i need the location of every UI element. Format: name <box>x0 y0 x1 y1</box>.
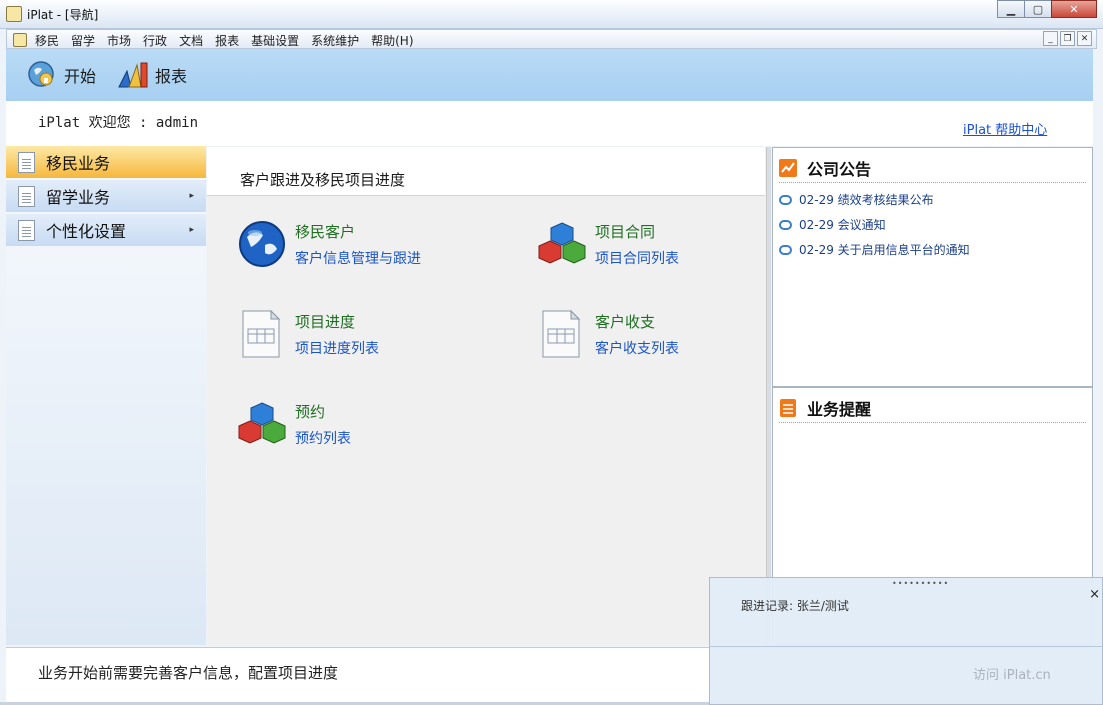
notepad-icon <box>780 399 796 417</box>
document-icon <box>13 33 27 47</box>
tile-link[interactable]: 预约列表 <box>295 428 351 448</box>
tile-title[interactable]: 项目进度 <box>295 311 379 332</box>
cubes-icon <box>238 402 286 444</box>
menu-immigration[interactable]: 移民 <box>33 31 65 49</box>
mdi-controls: _ ❐ ✕ <box>1041 31 1092 46</box>
mdi-restore-button[interactable]: ❐ <box>1060 31 1075 46</box>
window-controls: ▁ ▢ ✕ <box>997 0 1097 18</box>
main-panel: 客户跟进及移民项目进度 移民客户 客户信息管理与跟进 项目合同 项目合同列表 项… <box>207 147 767 645</box>
document-table-icon <box>242 309 281 358</box>
tile-link[interactable]: 项目合同列表 <box>595 248 679 268</box>
start-label: 开始 <box>64 67 97 86</box>
announcement-text: 02-29 会议通知 <box>799 218 886 232</box>
sidebar-item-label: 移民业务 <box>46 154 111 173</box>
menu-bar: 移民 留学 市场 行政 文档 报表 基础设置 系统维护 帮助(H) _ ❐ ✕ <box>6 29 1097 49</box>
tile-project-contracts: 项目合同 项目合同列表 <box>537 219 679 269</box>
tile-link[interactable]: 项目进度列表 <box>295 338 379 358</box>
speech-bubble-icon <box>779 219 792 230</box>
announcement-item[interactable]: 02-29 关于启用信息平台的通知 <box>779 241 970 258</box>
announcement-item[interactable]: 02-29 会议通知 <box>779 216 886 233</box>
close-icon: ✕ <box>1069 2 1079 16</box>
document-icon <box>18 151 35 173</box>
menu-system-maintenance[interactable]: 系统维护 <box>309 31 365 49</box>
popup-link[interactable]: 访问 iPlat.cn <box>973 664 1051 683</box>
start-button[interactable]: 开始 <box>26 59 96 91</box>
sidebar-item-personal-settings[interactable]: 个性化设置 ▸ <box>6 214 206 246</box>
report-label: 报表 <box>155 67 188 86</box>
drag-grip-icon[interactable]: •••••••••• <box>892 579 949 588</box>
announcement-item[interactable]: 02-29 绩效考核结果公布 <box>779 191 934 208</box>
close-button[interactable]: ✕ <box>1051 0 1097 18</box>
tile-title[interactable]: 移民客户 <box>295 221 421 242</box>
tile-title[interactable]: 预约 <box>295 401 351 422</box>
app-icon <box>6 6 22 22</box>
footer-hint: 业务开始前需要完善客户信息，配置项目进度 <box>38 664 339 682</box>
menu-help[interactable]: 帮助(H) <box>369 31 419 49</box>
menu-basic-settings[interactable]: 基础设置 <box>249 31 305 49</box>
minimize-icon: ▁ <box>1006 2 1016 16</box>
sidebar-item-immigration[interactable]: 移民业务 <box>6 146 206 178</box>
cubes-icon <box>538 222 586 264</box>
minimize-button[interactable]: ▁ <box>997 0 1025 18</box>
notification-popup: •••••••••• 跟进记录: 张兰/测试 × 访问 iPlat.cn <box>709 577 1103 705</box>
document-table-icon <box>542 309 581 358</box>
menu-documents[interactable]: 文档 <box>177 31 209 49</box>
document-icon <box>18 219 35 241</box>
speech-bubble-icon <box>779 194 792 205</box>
panel-splitter[interactable] <box>767 147 771 645</box>
menu-items: 移民 留学 市场 行政 文档 报表 基础设置 系统维护 帮助(H) <box>33 31 424 49</box>
announcement-text: 02-29 关于启用信息平台的通知 <box>799 243 970 257</box>
maximize-icon: ▢ <box>1032 2 1044 16</box>
menu-admin[interactable]: 行政 <box>141 31 173 49</box>
window-title: iPlat - [导航] <box>27 8 99 22</box>
tile-link[interactable]: 客户信息管理与跟进 <box>295 248 421 268</box>
report-button[interactable]: 报表 <box>117 59 187 91</box>
announcements-title: 公司公告 <box>807 160 872 179</box>
tile-title[interactable]: 项目合同 <box>595 221 679 242</box>
tile-client-finance: 客户收支 客户收支列表 <box>537 309 679 359</box>
window-titlebar: iPlat - [导航] ▁ ▢ ✕ <box>0 0 1103 29</box>
reminders-header: 业务提醒 <box>779 394 1086 423</box>
tile-immigration-clients: 移民客户 客户信息管理与跟进 <box>237 219 421 269</box>
menu-reports[interactable]: 报表 <box>213 31 245 49</box>
mdi-minimize-button[interactable]: _ <box>1043 31 1058 46</box>
speech-bubble-icon <box>779 244 792 255</box>
document-icon <box>18 185 35 207</box>
maximize-button[interactable]: ▢ <box>1024 0 1052 18</box>
announcements-panel: 公司公告 02-29 绩效考核结果公布 02-29 会议通知 02-29 关于启… <box>772 147 1093 387</box>
menu-market[interactable]: 市场 <box>105 31 137 49</box>
toolbar: 开始 报表 <box>6 49 1093 101</box>
sidebar-item-label: 个性化设置 <box>46 222 127 241</box>
welcome-band: iPlat 欢迎您 : admin iPlat 帮助中心 <box>6 101 1093 146</box>
help-center-link[interactable]: iPlat 帮助中心 <box>963 119 1047 138</box>
globe-icon <box>239 221 285 267</box>
popup-divider <box>710 646 1103 647</box>
chevron-right-icon: ▸ <box>189 191 194 201</box>
chart-icon <box>118 62 148 88</box>
menu-study-abroad[interactable]: 留学 <box>69 31 101 49</box>
announcements-header: 公司公告 <box>779 154 1086 183</box>
chevron-right-icon: ▸ <box>189 225 194 235</box>
popup-close-icon[interactable]: × <box>1089 587 1100 602</box>
sidebar-item-label: 留学业务 <box>46 188 111 207</box>
tile-title[interactable]: 客户收支 <box>595 311 679 332</box>
popup-text: 跟进记录: 张兰/测试 <box>741 599 849 613</box>
reminders-title: 业务提醒 <box>807 400 872 419</box>
sidebar-item-study-abroad[interactable]: 留学业务 ▸ <box>6 180 206 212</box>
tile-project-progress: 项目进度 项目进度列表 <box>237 309 379 359</box>
trend-chart-icon <box>779 159 797 177</box>
main-header: 客户跟进及移民项目进度 <box>207 147 765 196</box>
mdi-close-button[interactable]: ✕ <box>1077 31 1092 46</box>
welcome-text: iPlat 欢迎您 : admin <box>38 115 199 131</box>
sidebar: 移民业务 留学业务 ▸ 个性化设置 ▸ <box>6 146 206 645</box>
announcement-text: 02-29 绩效考核结果公布 <box>799 193 934 207</box>
start-globe-icon <box>28 61 54 87</box>
tile-appointments: 预约 预约列表 <box>237 399 351 449</box>
main-heading: 客户跟进及移民项目进度 <box>240 171 406 189</box>
tile-link[interactable]: 客户收支列表 <box>595 338 679 358</box>
